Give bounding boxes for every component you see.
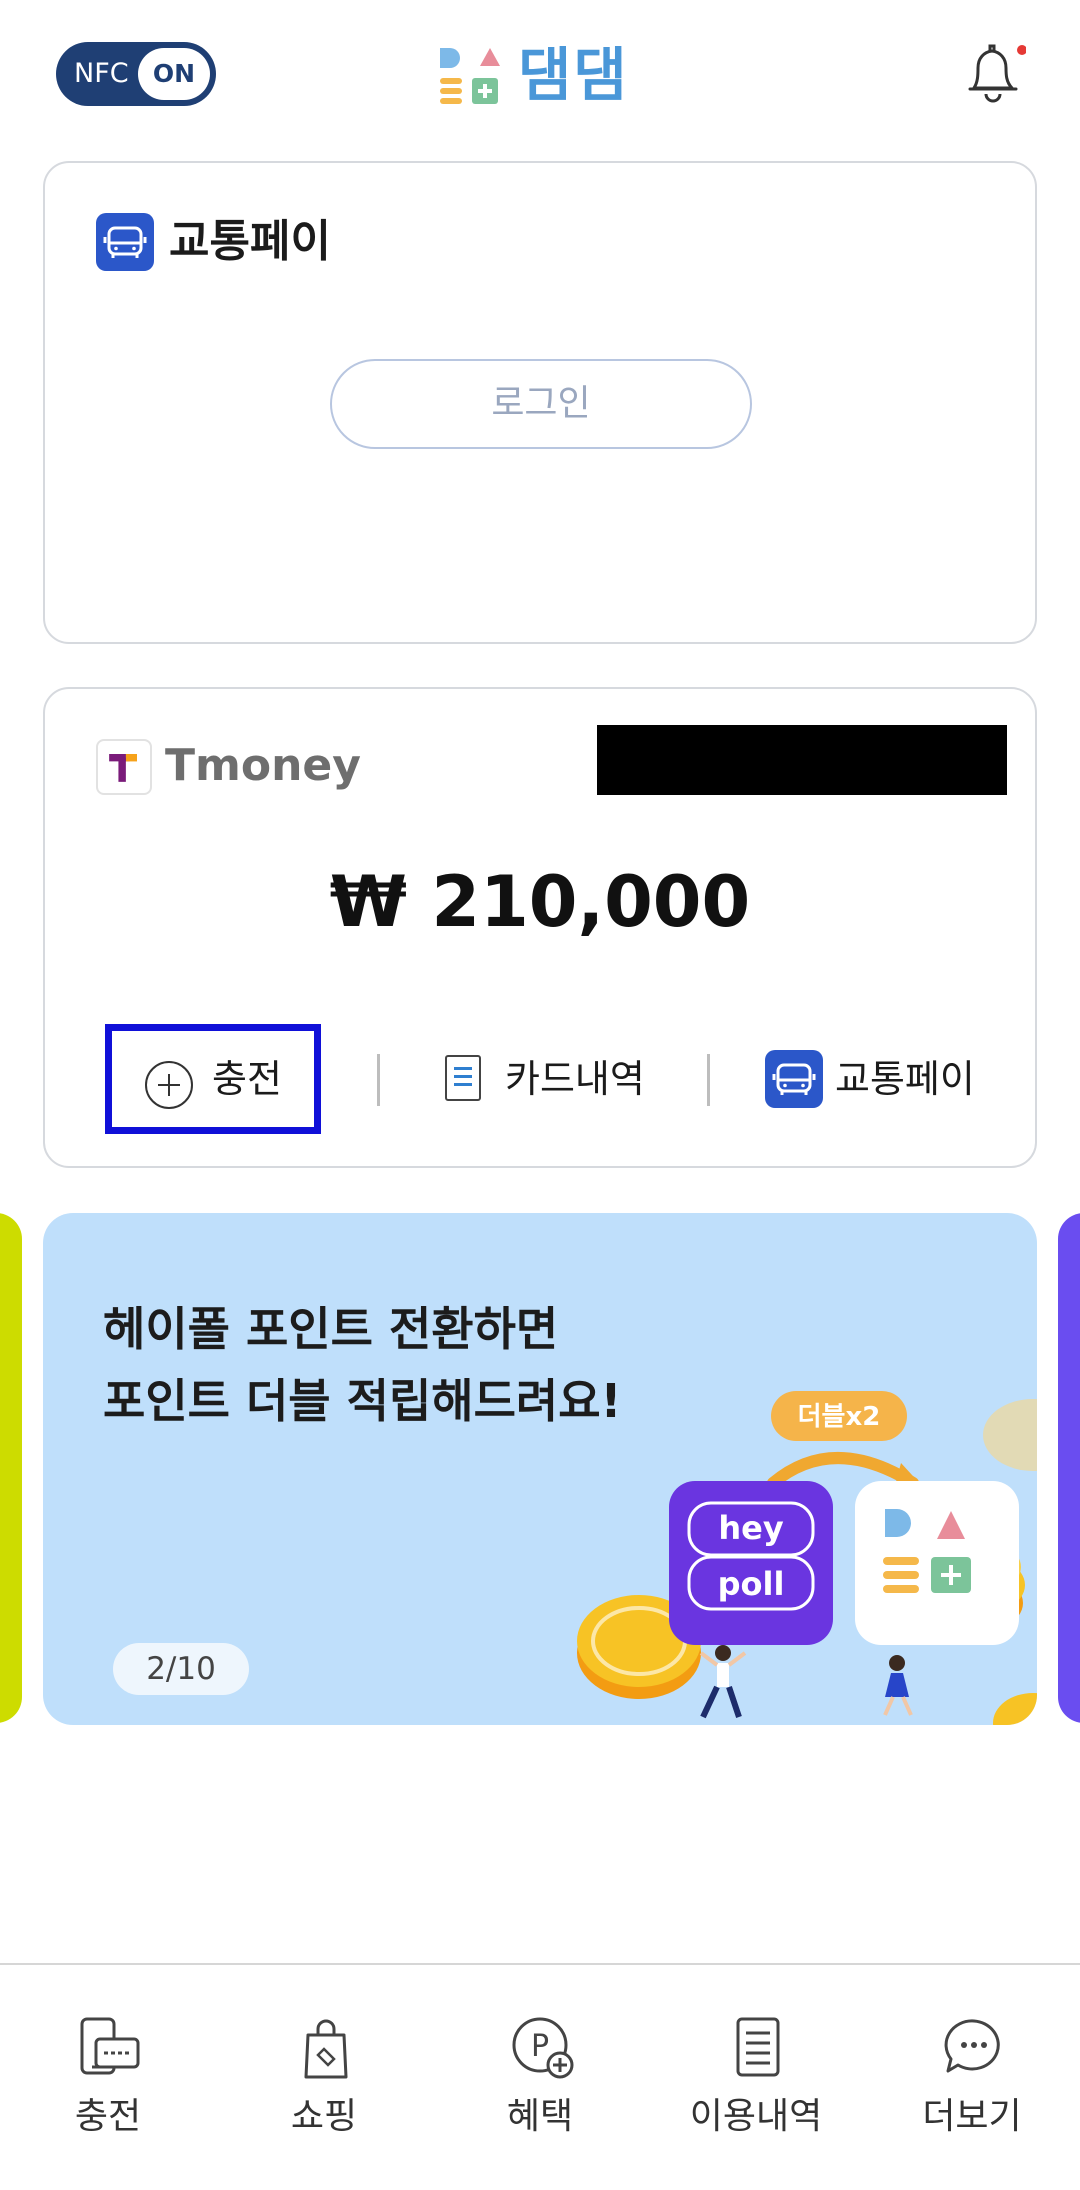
bus-icon xyxy=(765,1050,823,1108)
nav-label-history: 이용내역 xyxy=(689,2096,823,2137)
tmoney-balance: ₩ 210,000 xyxy=(329,861,751,943)
charge-button[interactable]: 충전 xyxy=(105,1024,321,1134)
nav-item-history[interactable]: 이용내역 xyxy=(648,1965,864,2190)
banner-next-peek[interactable] xyxy=(1058,1213,1080,1723)
logo-mark-icon xyxy=(440,48,500,104)
app-header: NFC ON 댐댐 xyxy=(0,0,1080,150)
tmoney-logo-icon xyxy=(96,739,152,795)
document-icon xyxy=(445,1055,481,1101)
divider xyxy=(707,1054,710,1106)
nav-label-more: 더보기 xyxy=(922,2096,1022,2137)
login-button[interactable]: 로그인 xyxy=(330,359,752,449)
notification-dot xyxy=(1017,45,1026,55)
card-history-label: 카드내역 xyxy=(505,1057,645,1101)
history-list-icon xyxy=(736,2017,780,2077)
nfc-label: NFC xyxy=(74,58,129,89)
shopping-bag-icon xyxy=(304,2019,348,2079)
app-logo: 댐댐 xyxy=(438,40,658,110)
points-icon: P xyxy=(512,2017,574,2079)
nav-label-shopping: 쇼핑 xyxy=(290,2096,358,2137)
banner-pager: 2/10 xyxy=(113,1643,249,1695)
banner-illustration: 더블x2 hey poll xyxy=(577,1391,1037,1725)
divider xyxy=(377,1054,380,1106)
nav-item-shopping[interactable]: 쇼핑 xyxy=(216,1965,432,2190)
notification-bell-icon[interactable] xyxy=(962,40,1026,106)
transit-pay-title: 교통페이 xyxy=(169,216,331,267)
bottom-nav: 충전 쇼핑 P 혜택 이용내역 더보기 xyxy=(0,1963,1080,2190)
tmoney-actions: 충전 카드내역 교통페이 xyxy=(45,1024,1035,1134)
charge-label: 충전 xyxy=(212,1057,282,1101)
nfc-toggle[interactable]: NFC ON xyxy=(56,42,216,106)
nav-label-benefits: 혜택 xyxy=(506,2096,574,2137)
logo-text: 댐댐 xyxy=(518,41,629,109)
nav-item-more[interactable]: 더보기 xyxy=(864,1965,1080,2190)
nav-item-benefits[interactable]: P 혜택 xyxy=(432,1965,648,2190)
redacted-card-number xyxy=(597,725,1007,795)
svg-text:P: P xyxy=(531,2029,549,2064)
charge-device-icon xyxy=(80,2017,140,2075)
nfc-state: ON xyxy=(138,48,210,100)
banner-previous-peek[interactable] xyxy=(0,1213,22,1723)
banner-badge: 더블x2 xyxy=(798,1402,881,1432)
transit-pay-card: 교통페이 로그인 xyxy=(43,161,1037,644)
tmoney-card: Tmoney ₩ 210,000 충전 카드내역 교통페이 xyxy=(43,687,1037,1168)
heypoll-label-top: hey xyxy=(718,1509,783,1547)
bus-icon xyxy=(96,213,154,271)
nav-item-charge[interactable]: 충전 xyxy=(0,1965,216,2190)
more-chat-icon xyxy=(944,2019,1000,2073)
tmoney-brand-name: Tmoney xyxy=(165,740,361,791)
promo-banner[interactable]: 헤이폴 포인트 전환하면 포인트 더블 적립해드려요! 더블x2 hey pol… xyxy=(43,1213,1037,1725)
nav-label-charge: 충전 xyxy=(74,2096,142,2137)
transit-pay-label: 교통페이 xyxy=(835,1057,975,1101)
heypoll-label-bottom: poll xyxy=(718,1565,785,1603)
plus-circle-icon xyxy=(145,1061,193,1109)
